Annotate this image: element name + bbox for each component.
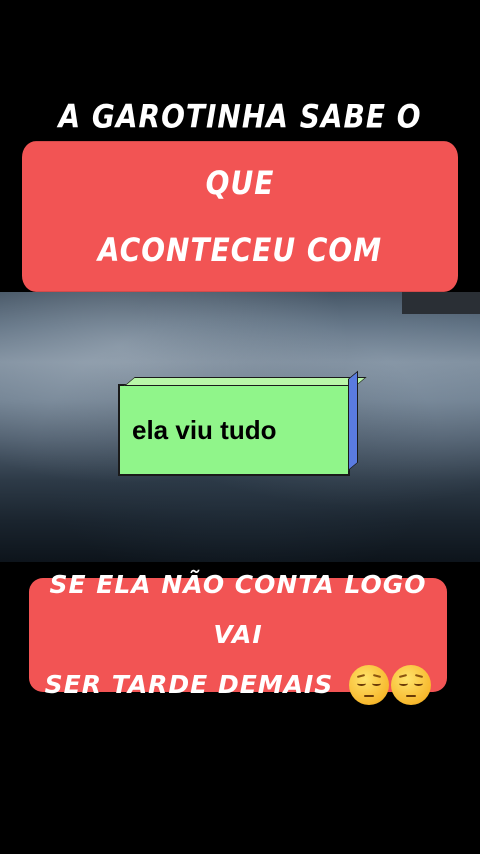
video-frame: A GAROTINHA SABE O QUE ACONTECEU COM MRE… xyxy=(0,0,480,854)
label-box-top-face xyxy=(124,377,367,386)
emoji-group xyxy=(349,665,432,705)
bottom-caption-line1: SE ELA NÃO CONTA LOGO VAI xyxy=(49,570,427,649)
pensive-face-icon xyxy=(391,665,432,705)
pensive-face-icon xyxy=(349,665,390,705)
top-caption: A GAROTINHA SABE O QUE ACONTECEU COM MRE… xyxy=(22,97,458,335)
bottom-caption-line2: SER TARDE DEMAIS xyxy=(44,670,334,699)
video-corner-block xyxy=(402,292,480,314)
bottom-caption: SE ELA NÃO CONTA LOGO VAI SER TARDE DEMA… xyxy=(29,570,447,705)
bottom-caption-line2-row: SER TARDE DEMAIS xyxy=(45,660,432,710)
label-box-side-face xyxy=(348,370,358,471)
overlay-label-text: ela viu tudo xyxy=(132,414,277,445)
overlay-label-box: ela viu tudo xyxy=(118,370,367,476)
top-caption-line1: A GAROTINHA SABE O QUE xyxy=(58,96,422,202)
